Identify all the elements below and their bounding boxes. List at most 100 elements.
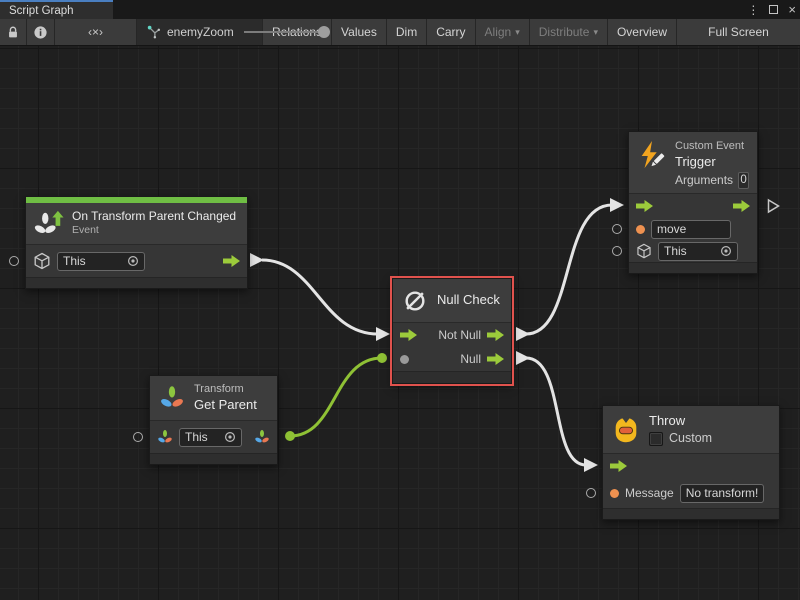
node-category: Transform (194, 383, 257, 397)
null-check-icon (401, 287, 429, 315)
align-label: Align (485, 25, 512, 39)
node-title: Null Check (437, 292, 500, 308)
maximize-icon[interactable] (769, 5, 778, 14)
target-icon[interactable] (224, 431, 236, 443)
unconnected-flow-indicator (767, 198, 780, 214)
value-input-port[interactable] (400, 355, 409, 364)
target-icon[interactable] (720, 245, 732, 257)
node-title: Throw (649, 413, 712, 429)
gameobject-cube-icon (636, 243, 652, 259)
port-row-this: This (26, 245, 247, 277)
overview-label: Overview (617, 25, 667, 39)
node-header: Null Check (393, 279, 511, 323)
zoom-slider[interactable] (244, 31, 328, 33)
zoom-slider-handle[interactable] (318, 26, 330, 38)
distribute-dropdown[interactable]: Distribute ▾ (530, 19, 608, 45)
node-title: Trigger (675, 154, 749, 170)
graph-breadcrumb-bar: enemy Zoom 1x (137, 19, 263, 45)
code-brackets-icon: ‹×› (88, 25, 103, 39)
values-label: Values (341, 25, 377, 39)
connection-event-to-nullcheck[interactable] (250, 253, 390, 341)
window-menu-icon[interactable]: ⋮ (747, 4, 759, 16)
custom-label: Custom (669, 431, 712, 447)
node-footer (393, 371, 511, 383)
node-footer (629, 262, 757, 273)
null-label: Null (460, 352, 481, 366)
event-name-field[interactable]: move (651, 220, 731, 239)
flow-input-port[interactable] (636, 200, 653, 212)
node-custom-event-trigger[interactable]: Custom Event Trigger Arguments 0 (628, 131, 758, 274)
graph-name[interactable]: enemy (167, 25, 203, 39)
unconnected-port-indicator (9, 256, 19, 266)
port-row-this: This (150, 421, 277, 453)
transform-input-port[interactable] (157, 429, 173, 445)
string-port[interactable] (636, 225, 645, 234)
message-input-field[interactable]: No transform! (680, 484, 764, 503)
flow-output-port[interactable] (487, 353, 504, 365)
transform-output-port[interactable] (254, 429, 270, 445)
info-icon (33, 25, 48, 40)
string-port[interactable] (610, 489, 619, 498)
code-view-button[interactable]: ‹×› (55, 19, 137, 45)
chevron-down-icon: ▾ (515, 27, 520, 38)
flow-output-port[interactable] (487, 329, 504, 341)
node-null-check[interactable]: Null Check Not Null Null (392, 278, 512, 384)
node-subtitle: Event (72, 224, 236, 237)
arguments-count-field[interactable]: 0 (738, 172, 749, 189)
connection-null-to-throw[interactable] (516, 351, 598, 472)
window-titlebar: Script Graph ⋮ × (0, 0, 800, 19)
custom-checkbox[interactable] (649, 432, 663, 446)
flow-output-port[interactable] (733, 200, 750, 212)
message-label: Message (625, 486, 674, 500)
carry-button[interactable]: Carry (427, 19, 475, 45)
chevron-down-icon: ▾ (593, 27, 598, 38)
port-row-null: Null (393, 347, 511, 371)
full-screen-label: Full Screen (708, 25, 769, 39)
node-footer (603, 508, 779, 519)
node-header: On Transform Parent Changed Event (26, 203, 247, 245)
unconnected-port-indicator (133, 432, 143, 442)
port-row-name: move (629, 218, 757, 240)
node-title: On Transform Parent Changed (72, 209, 236, 224)
this-value: This (185, 430, 220, 444)
overview-button[interactable]: Overview (608, 19, 677, 45)
values-button[interactable]: Values (332, 19, 387, 45)
flow-input-port[interactable] (610, 460, 627, 472)
full-screen-button[interactable]: Full Screen (677, 19, 800, 45)
node-category: Custom Event (675, 140, 749, 154)
connection-getparent-to-nullcheck[interactable] (285, 353, 387, 441)
distribute-label: Distribute (539, 25, 590, 39)
target-icon[interactable] (127, 255, 139, 267)
flow-output-port[interactable] (223, 255, 240, 267)
flow-port-row (629, 194, 757, 218)
info-button[interactable] (27, 19, 55, 45)
flow-input-port[interactable] (400, 329, 417, 341)
carry-label: Carry (436, 25, 465, 39)
close-icon[interactable]: × (788, 3, 796, 16)
message-value: No transform! (686, 486, 758, 500)
lock-icon (6, 25, 20, 40)
node-footer (26, 277, 247, 288)
this-input-field[interactable]: This (57, 252, 145, 271)
port-row-message: Message No transform! (603, 478, 779, 508)
node-title: Get Parent (194, 397, 257, 413)
unconnected-port-indicator (586, 488, 596, 498)
connection-notnull-to-customevent[interactable] (516, 198, 624, 341)
event-name-value: move (657, 222, 725, 236)
node-header: Custom Event Trigger Arguments 0 (629, 132, 757, 194)
node-get-parent[interactable]: Transform Get Parent This (149, 375, 278, 465)
tab-script-graph[interactable]: Script Graph (0, 0, 113, 19)
node-throw[interactable]: Throw Custom Message No transform! (602, 405, 780, 520)
this-input-field[interactable]: This (179, 428, 242, 447)
node-on-transform-parent-changed[interactable]: On Transform Parent Changed Event This (25, 196, 248, 289)
dim-button[interactable]: Dim (387, 19, 427, 45)
unconnected-port-indicator (612, 224, 622, 234)
port-row-this: This (629, 240, 757, 262)
this-input-field[interactable]: This (658, 242, 738, 261)
graph-canvas[interactable]: On Transform Parent Changed Event This (0, 46, 800, 600)
lock-button[interactable] (0, 19, 27, 45)
node-header: Transform Get Parent (150, 376, 277, 421)
arguments-label: Arguments (675, 173, 733, 188)
flow-port-row (603, 454, 779, 478)
align-dropdown[interactable]: Align ▾ (476, 19, 530, 45)
